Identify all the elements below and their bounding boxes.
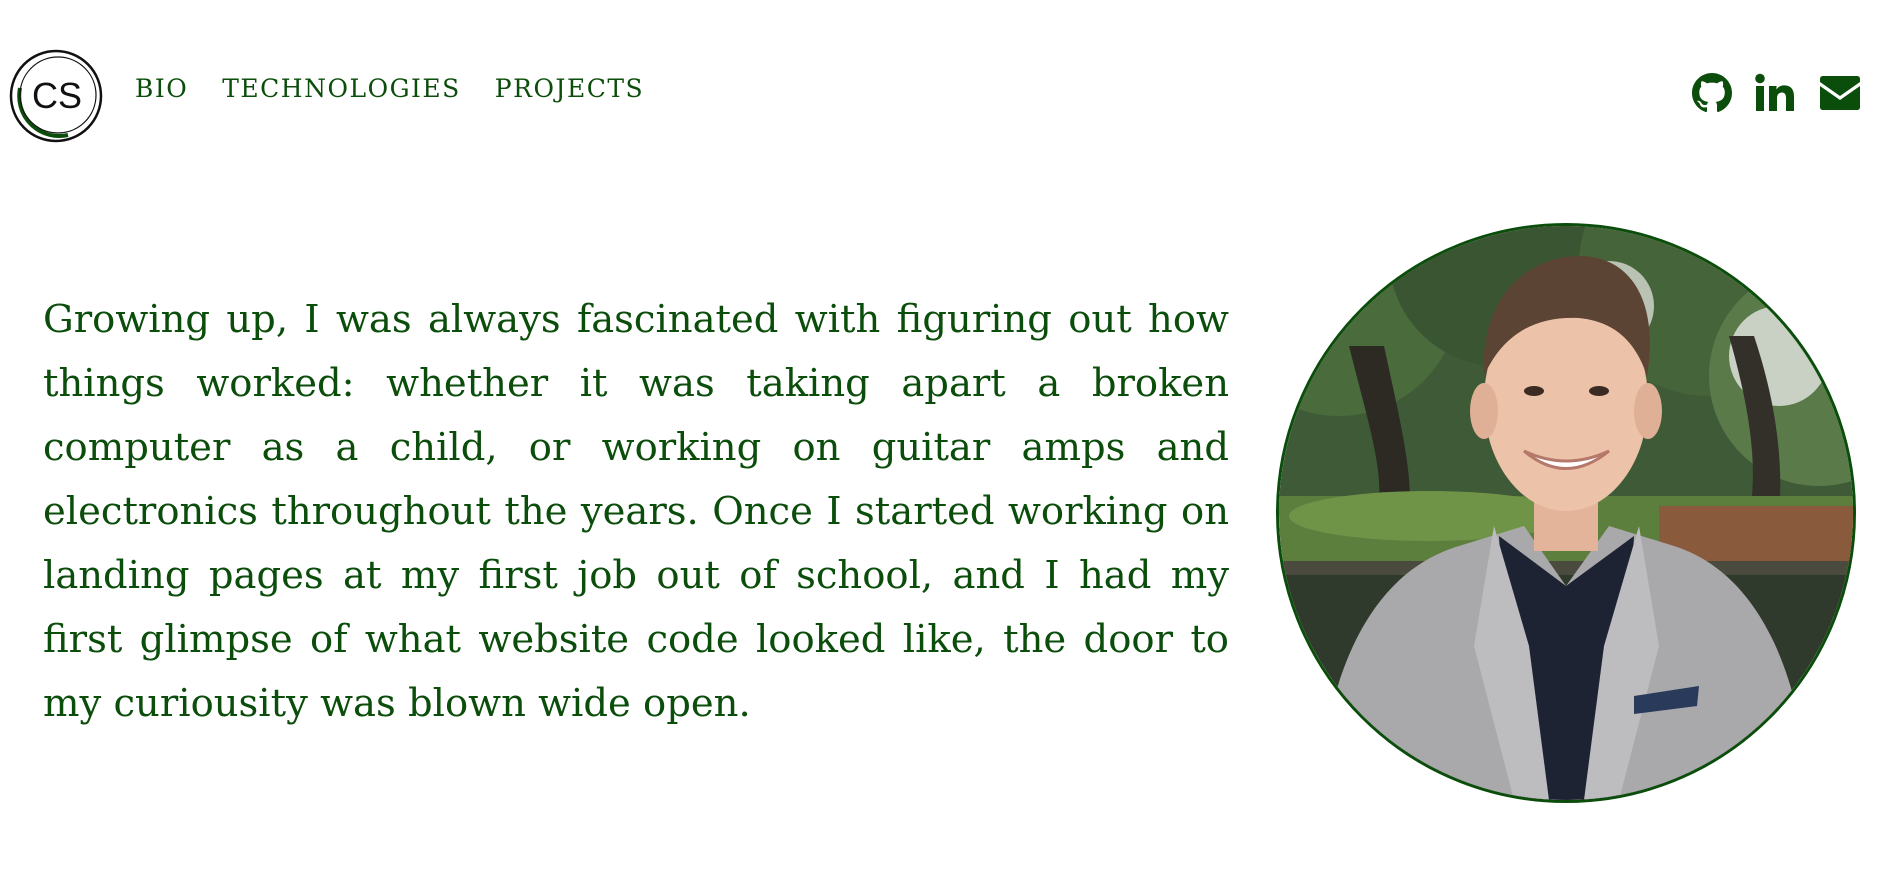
mail-icon[interactable]	[1818, 75, 1862, 115]
page: CS BIO TECHNOLOGIES PROJECTS Growing up,…	[0, 0, 1880, 879]
github-icon[interactable]	[1692, 73, 1732, 117]
social-links	[1692, 73, 1862, 117]
bio-paragraph: Growing up, I was always fascinated with…	[43, 297, 1229, 726]
linkedin-icon[interactable]	[1754, 73, 1796, 117]
logo-icon[interactable]: CS	[8, 48, 104, 144]
site-header: CS BIO TECHNOLOGIES PROJECTS	[0, 0, 1880, 180]
profile-photo	[1276, 223, 1856, 803]
main-nav: BIO TECHNOLOGIES PROJECTS	[135, 72, 644, 106]
nav-link-bio[interactable]: BIO	[135, 72, 188, 106]
nav-link-projects[interactable]: PROJECTS	[495, 72, 644, 106]
nav-link-technologies[interactable]: TECHNOLOGIES	[222, 72, 461, 106]
logo-text: CS	[32, 75, 82, 116]
